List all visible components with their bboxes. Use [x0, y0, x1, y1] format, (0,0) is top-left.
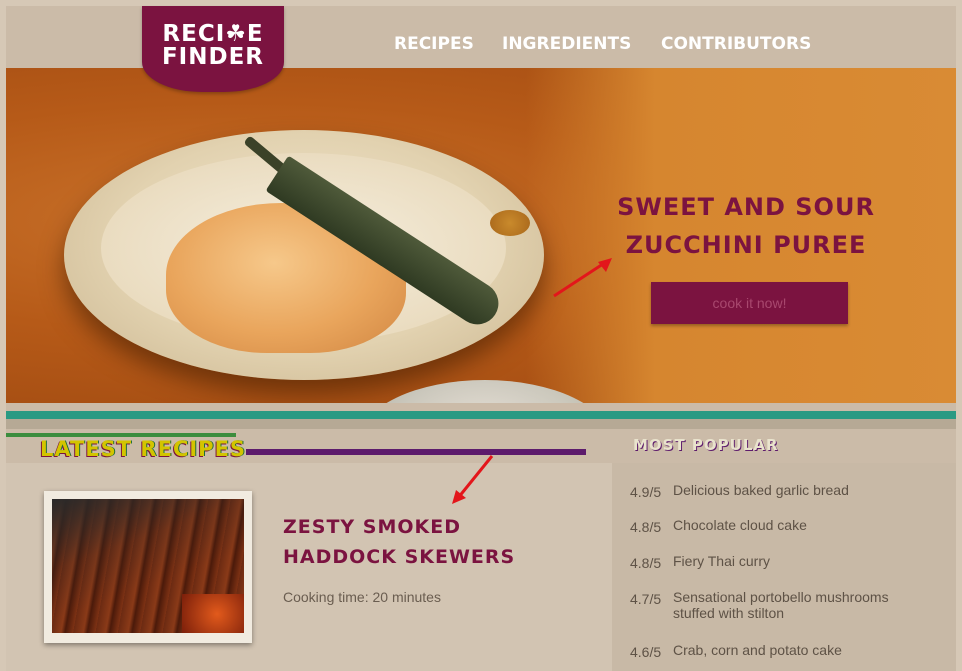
logo-text-line1: RECI☘E	[162, 21, 264, 47]
popular-item-score: 4.9/5	[630, 484, 662, 500]
popular-item-name[interactable]: Sensational portobello mushrooms stuffed…	[673, 589, 933, 621]
annotation-arrow-icon	[553, 258, 612, 298]
divider-stripe	[6, 411, 956, 419]
site-logo[interactable]: RECI☘E FINDER	[142, 6, 284, 92]
ember-image	[182, 594, 244, 633]
cooking-time: Cooking time: 20 minutes	[283, 589, 441, 605]
divider-stripe	[6, 419, 956, 429]
recipe-thumbnail[interactable]	[44, 491, 252, 643]
hero-title: SWEET AND SOUR ZUCCHINI PUREE	[596, 188, 896, 264]
popular-item-name[interactable]: Chocolate cloud cake	[673, 517, 933, 533]
popular-item-score: 4.8/5	[630, 519, 662, 535]
mustard-image	[490, 210, 530, 236]
logo-text-line2: FINDER	[161, 44, 265, 70]
latest-recipes-heading: LATEST RECIPES	[40, 437, 247, 461]
recipe-title-line1: ZESTY SMOKED	[283, 516, 461, 538]
nav-contributors[interactable]: CONTRIBUTORS	[661, 34, 811, 54]
popular-item-name[interactable]: Fiery Thai curry	[673, 553, 933, 569]
nav-recipes[interactable]: RECIPES	[394, 34, 474, 54]
skewers-image	[52, 499, 244, 633]
divider-stripe	[246, 449, 586, 455]
nav-ingredients[interactable]: INGREDIENTS	[502, 34, 631, 54]
popular-item-name[interactable]: Crab, corn and potato cake	[673, 642, 933, 658]
annotation-arrow-icon	[452, 455, 494, 504]
cook-it-now-button[interactable]: cook it now!	[651, 282, 848, 324]
hero-title-line2: ZUCCHINI PUREE	[625, 231, 867, 259]
popular-item-score: 4.6/5	[630, 644, 662, 660]
popular-item-score: 4.8/5	[630, 555, 662, 571]
popular-item-name[interactable]: Delicious baked garlic bread	[673, 482, 933, 498]
popular-item-score: 4.7/5	[630, 591, 662, 607]
hero-title-line1: SWEET AND SOUR	[617, 193, 875, 221]
recipe-title-line2: HADDOCK SKEWERS	[283, 546, 516, 568]
recipe-title[interactable]: ZESTY SMOKED HADDOCK SKEWERS	[283, 512, 515, 572]
most-popular-heading: MOST POPULAR	[633, 436, 779, 454]
